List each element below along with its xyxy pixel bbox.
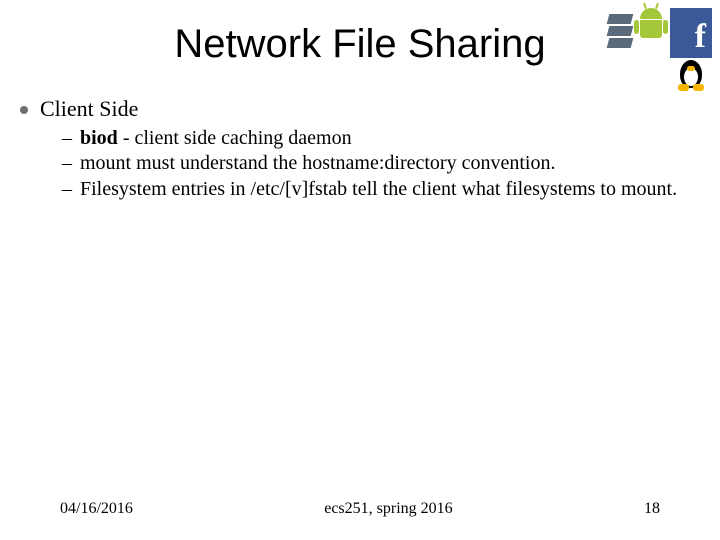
item-text: biod - client side caching daemon bbox=[80, 126, 352, 150]
item-text: mount must understand the hostname:direc… bbox=[80, 151, 555, 175]
dash-icon: – bbox=[62, 126, 72, 150]
footer-course: ecs251, spring 2016 bbox=[324, 500, 452, 518]
bullet-dot-icon bbox=[20, 106, 28, 114]
item-text: Filesystem entries in /etc/[v]fstab tell… bbox=[80, 177, 677, 201]
dash-icon: – bbox=[62, 151, 72, 175]
list-item: – Filesystem entries in /etc/[v]fstab te… bbox=[62, 177, 692, 201]
footer-page: 18 bbox=[644, 500, 660, 518]
sublist: – biod - client side caching daemon – mo… bbox=[62, 126, 692, 201]
slide: f Network File Sharing Client Side – bio… bbox=[0, 0, 720, 540]
footer-date: 04/16/2016 bbox=[60, 500, 133, 518]
section-label: Client Side bbox=[40, 96, 138, 122]
list-item: – mount must understand the hostname:dir… bbox=[62, 151, 692, 175]
footer: 04/16/2016 ecs251, spring 2016 18 bbox=[0, 500, 720, 518]
dash-icon: – bbox=[62, 177, 72, 201]
slide-title: Network File Sharing bbox=[0, 22, 720, 67]
content-area: Client Side – biod - client side caching… bbox=[20, 96, 692, 202]
section-bullet: Client Side bbox=[20, 96, 692, 122]
list-item: – biod - client side caching daemon bbox=[62, 126, 692, 150]
